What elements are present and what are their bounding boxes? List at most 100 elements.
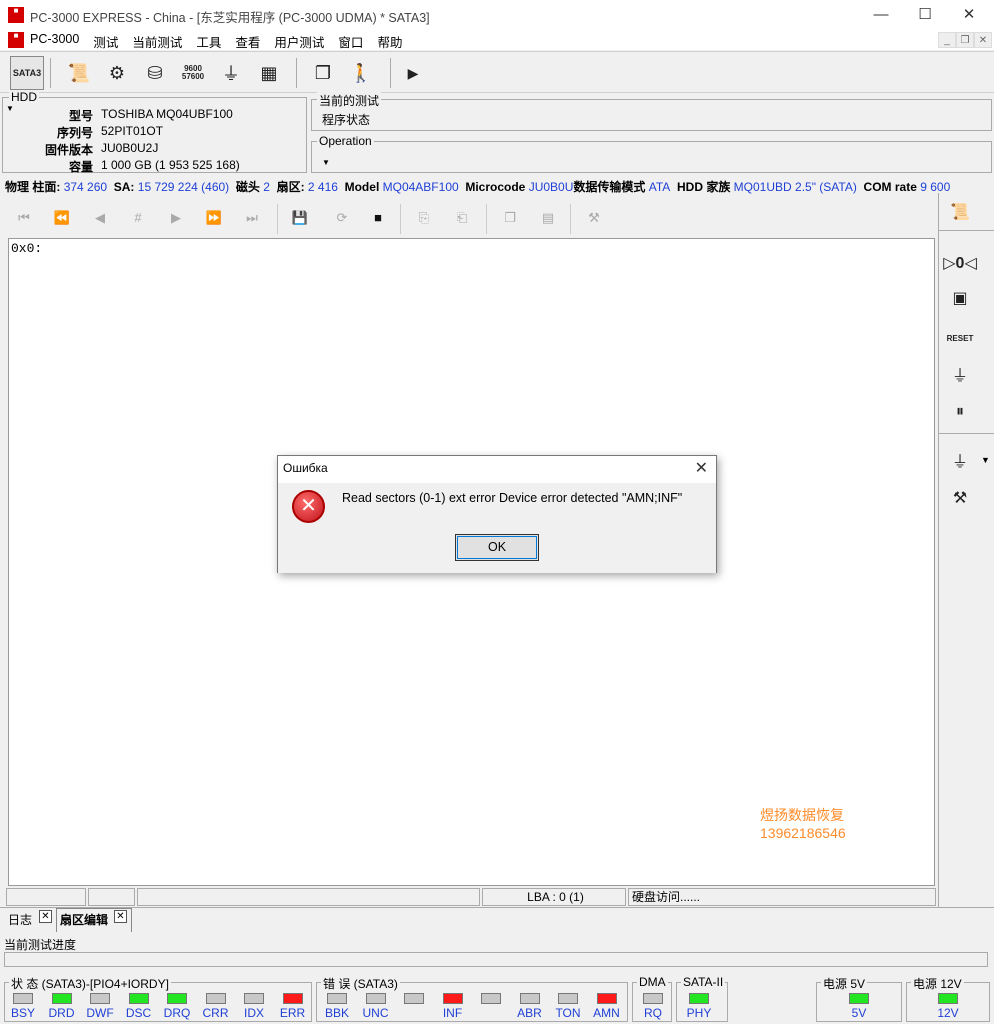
zones-value: 2 416 (307, 180, 338, 194)
menu-pc3000[interactable]: PC-3000 (30, 32, 86, 51)
read-sector-icon[interactable]: ⎘ (412, 206, 436, 230)
power-off-icon[interactable]: ▷0◁ (943, 248, 977, 278)
voltage-icon[interactable]: ⏚ (945, 359, 975, 389)
model-value: MQ04ABF100 (382, 180, 459, 194)
save-icon[interactable]: 💾 (288, 206, 312, 230)
menu-current-test[interactable]: 当前测试 (132, 32, 189, 51)
tabs-divider (0, 907, 994, 908)
family-value: MQ01UBD 2.5" (SATA) (733, 180, 857, 194)
tab-log-close-icon[interactable]: ✕ (39, 910, 52, 923)
com-rate-label: COM rate (863, 180, 917, 194)
hdd-info-panel: HDD ▼ 型号 TOSHIBA MQ04UBF100 序列号 52PIT01O… (2, 90, 307, 174)
led-label: INF (442, 1006, 463, 1020)
chip-icon[interactable]: ▣ (945, 283, 975, 313)
toolbar-separator (296, 58, 297, 88)
power-dropdown-icon[interactable]: ▼ (981, 455, 990, 465)
phys-value: 374 260 (63, 180, 108, 194)
editor-toolbar-separator (277, 204, 278, 234)
menu-view[interactable]: 查看 (235, 32, 267, 51)
last-sector-icon[interactable]: ⏭ (240, 206, 264, 230)
ok-button[interactable]: OK (455, 534, 539, 561)
hdd-firmware-value: JU0B0U2J (101, 141, 159, 155)
close-button[interactable]: ✕ (946, 0, 992, 30)
play-icon[interactable]: ▶ (396, 56, 430, 90)
menu-test[interactable]: 测试 (93, 32, 125, 51)
mdi-minimize-button[interactable]: _ (938, 32, 956, 48)
fast-forward-icon[interactable]: ⏩ (202, 206, 226, 230)
power-12v-led (938, 993, 958, 1004)
error-panel-label: 错 误 (SATA3) (321, 975, 400, 992)
hdd-firmware-label: 固件版本 (44, 143, 93, 157)
menu-tools[interactable]: 工具 (196, 32, 228, 51)
right-toolbar: 📜 ▷0◁ ▣ RESET ⏚ ⏸ ⏚ ▼ ⚒ (938, 193, 994, 908)
baud-rate-icon[interactable]: 9600 57600 (176, 56, 210, 90)
copy-icon[interactable]: ❐ (498, 206, 522, 230)
sata3-port-button[interactable]: SATA3 (10, 56, 44, 90)
menu-help[interactable]: 帮助 (377, 32, 409, 51)
led-inf (442, 993, 463, 1004)
goto-sector-icon[interactable]: # (126, 206, 150, 230)
disk-access-status: 硬盘访问...... (628, 888, 936, 906)
tab-sector-editor-close-icon[interactable]: ✕ (114, 910, 127, 923)
dialog-close-button[interactable]: ✕ (695, 458, 708, 478)
led-err (282, 993, 303, 1004)
transfer-mode-label: 数据传输模式 (573, 180, 646, 194)
microcode-value: JU0B0U (528, 180, 574, 194)
stop-icon[interactable]: ■ (366, 206, 390, 230)
error-icon: ✕ (292, 490, 325, 523)
current-test-panel: 当前的测试 程序状态 (311, 92, 992, 131)
led-label: DWF (86, 1006, 114, 1020)
grid-icon[interactable]: ▦ (252, 56, 286, 90)
led-amn (596, 993, 617, 1004)
drive-icon[interactable]: ⛁ (138, 56, 172, 90)
menu-user-test[interactable]: 用户测试 (274, 32, 331, 51)
first-sector-icon[interactable]: ⏮ (12, 206, 36, 230)
tab-log[interactable]: 日志 (6, 910, 34, 932)
mdi-restore-button[interactable]: ❐ (956, 32, 974, 48)
led-drd (51, 993, 72, 1004)
mdi-app-icon[interactable]: ■ (8, 32, 24, 48)
power-toggle-icon[interactable]: ⏚ (945, 445, 975, 475)
tools-icon[interactable]: ⚒ (945, 483, 975, 513)
refresh-icon[interactable]: ⟳ (330, 206, 354, 230)
mdi-close-button[interactable]: ✕ (974, 32, 992, 48)
microcode-label: Microcode (465, 180, 526, 194)
led-label: AMN (593, 1006, 620, 1020)
editor-content: 0x0: (11, 241, 43, 256)
power-icon[interactable]: ⏚ (214, 56, 248, 90)
rewind-icon[interactable]: ⏪ (50, 206, 74, 230)
pause-icon[interactable]: ⏸ (945, 397, 975, 427)
led-drq (167, 993, 187, 1004)
led-label: BBK (324, 1006, 349, 1020)
passport-icon[interactable]: 📜 (62, 56, 96, 90)
settings-gear-icon[interactable]: ⚙ (100, 56, 134, 90)
error-indicator-panel: 错 误 (SATA3) BBK UNC INF ABR TON AMN (316, 975, 628, 1022)
prev-sector-icon[interactable]: ◀ (88, 206, 112, 230)
status-cell-2 (88, 888, 135, 906)
tab-sector-editor[interactable]: 扇区编辑 (58, 910, 110, 932)
hdd-serial-label: 序列号 (56, 126, 93, 140)
maximize-button[interactable]: ☐ (902, 0, 948, 30)
led-label: ABR (517, 1006, 542, 1020)
hdd-model-label: 型号 (68, 109, 93, 123)
editor-toolbar-separator (570, 204, 571, 234)
reset-icon[interactable]: RESET (945, 323, 975, 353)
passport-icon[interactable]: 📜 (945, 197, 975, 227)
minimize-button[interactable]: — (858, 0, 904, 30)
zones-label: 扇区: (276, 180, 305, 194)
run-icon[interactable]: 🚶 (344, 56, 378, 90)
menu-window[interactable]: 窗口 (338, 32, 370, 51)
phy-led (689, 993, 709, 1004)
windows-icon[interactable]: ❐ (306, 56, 340, 90)
operation-dropdown-icon[interactable]: ▼ (322, 158, 330, 167)
dma-led (643, 993, 663, 1004)
tools-icon[interactable]: ⚒ (582, 206, 606, 230)
next-sector-icon[interactable]: ▶ (164, 206, 188, 230)
led-label: BSY (10, 1006, 35, 1020)
heads-value: 2 (263, 180, 270, 194)
write-sector-icon[interactable]: ⎗ (450, 206, 474, 230)
sa-label: SA: (113, 180, 135, 194)
power-12v-panel: 电源 12V 12V (906, 975, 990, 1022)
page-icon[interactable]: ▤ (536, 206, 560, 230)
sata-label: SATA-II (681, 975, 726, 989)
